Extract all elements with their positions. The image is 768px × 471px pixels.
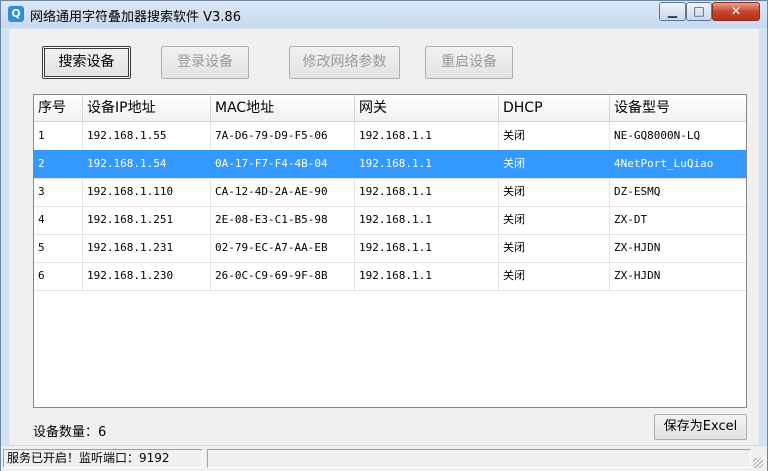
table-row-selected[interactable]: 2 192.168.1.54 0A-17-F7-F4-4B-04 192.168…: [34, 150, 746, 179]
cell-model: NE-GQ8000N-LQ: [614, 129, 701, 142]
cell-dhcp: 关闭: [499, 262, 610, 290]
cell-ip: 192.168.1.55: [83, 122, 211, 150]
window-title: 网络通用字符叠加器搜索软件 V3.86: [30, 10, 241, 25]
app-window: Q 网络通用字符叠加器搜索软件 V3.86 ▁ □ ✕ 搜索设备 登录设备 修改…: [0, 0, 768, 471]
title-bar[interactable]: Q 网络通用字符叠加器搜索软件 V3.86 ▁ □ ✕: [1, 1, 767, 28]
cell-gateway: 192.168.1.1: [355, 150, 499, 178]
cell-mac: 2E-08-E3-C1-B5-98: [211, 206, 355, 234]
table-row[interactable]: 4 192.168.1.251 2E-08-E3-C1-B5-98 192.16…: [34, 206, 746, 235]
cell-model: 4NetPort_LuQiao: [614, 157, 714, 170]
cell-dhcp: 关闭: [499, 234, 610, 262]
cell-mac: 0A-17-F7-F4-4B-04: [211, 150, 355, 178]
table-row[interactable]: 3 192.168.1.110 CA-12-4D-2A-AE-90 192.16…: [34, 178, 746, 207]
column-header-gateway[interactable]: 网关: [355, 95, 499, 121]
client-area: 搜索设备 登录设备 修改网络参数 重启设备 序号 设备IP地址 MAC地址 网关…: [9, 29, 759, 463]
device-table[interactable]: 序号 设备IP地址 MAC地址 网关 DHCP 设备型号 1 192.168.1…: [33, 94, 747, 408]
cell-ip: 192.168.1.110: [83, 178, 211, 206]
cell-gateway: 192.168.1.1: [355, 178, 499, 206]
cell-dhcp: 关闭: [499, 178, 610, 206]
cell-index: 3: [34, 178, 83, 206]
status-bar: 服务已开启！监听端口：9192: [1, 445, 767, 471]
cell-mac: 7A-D6-79-D9-F5-06: [211, 122, 355, 150]
cell-index: 6: [34, 262, 83, 290]
device-count-label: 设备数量：6: [33, 425, 107, 440]
cell-model: ZX-HJDN: [614, 241, 661, 254]
table-row[interactable]: 1 192.168.1.55 7A-D6-79-D9-F5-06 192.168…: [34, 122, 746, 151]
cell-ip: 192.168.1.251: [83, 206, 211, 234]
resize-grip-icon[interactable]: [753, 458, 763, 468]
cell-gateway: 192.168.1.1: [355, 122, 499, 150]
cell-ip: 192.168.1.230: [83, 262, 211, 290]
cell-dhcp: 关闭: [499, 206, 610, 234]
restart-device-button[interactable]: 重启设备: [425, 46, 513, 79]
cell-gateway: 192.168.1.1: [355, 234, 499, 262]
column-header-index[interactable]: 序号: [34, 95, 83, 121]
column-header-mac[interactable]: MAC地址: [211, 95, 355, 121]
cell-dhcp: 关闭: [499, 122, 610, 150]
app-search-icon: Q: [8, 6, 24, 22]
column-header-dhcp[interactable]: DHCP: [499, 95, 610, 121]
cell-gateway: 192.168.1.1: [355, 262, 499, 290]
cell-model: ZX-HJDN: [614, 269, 661, 282]
cell-gateway: 192.168.1.1: [355, 206, 499, 234]
search-devices-button[interactable]: 搜索设备: [42, 46, 131, 79]
cell-dhcp: 关闭: [499, 150, 610, 178]
maximize-button[interactable]: □: [686, 2, 712, 21]
cell-mac: 26-0C-C9-69-9F-8B: [211, 262, 355, 290]
table-row[interactable]: 5 192.168.1.231 02-79-EC-A7-AA-EB 192.16…: [34, 234, 746, 263]
status-text: 服务已开启！监听端口：9192: [3, 449, 203, 468]
cell-model: ZX-DT: [614, 213, 648, 226]
cell-ip: 192.168.1.54: [83, 150, 211, 178]
cell-index: 2: [34, 150, 83, 178]
cell-ip: 192.168.1.231: [83, 234, 211, 262]
column-header-ip[interactable]: 设备IP地址: [83, 95, 211, 121]
table-header: 序号 设备IP地址 MAC地址 网关 DHCP 设备型号: [34, 95, 746, 122]
table-row[interactable]: 6 192.168.1.230 26-0C-C9-69-9F-8B 192.16…: [34, 262, 746, 291]
minimize-button[interactable]: ▁: [659, 2, 686, 21]
status-panel-empty: [207, 449, 751, 468]
save-excel-button[interactable]: 保存为Excel: [654, 414, 747, 440]
cell-mac: CA-12-4D-2A-AE-90: [211, 178, 355, 206]
cell-mac: 02-79-EC-A7-AA-EB: [211, 234, 355, 262]
cell-index: 1: [34, 122, 83, 150]
modify-network-params-button[interactable]: 修改网络参数: [289, 46, 400, 79]
column-header-model[interactable]: 设备型号: [610, 95, 746, 121]
close-button[interactable]: ✕: [712, 2, 760, 21]
cell-model: DZ-ESMQ: [614, 185, 661, 198]
cell-index: 4: [34, 206, 83, 234]
cell-index: 5: [34, 234, 83, 262]
login-device-button[interactable]: 登录设备: [161, 46, 249, 79]
